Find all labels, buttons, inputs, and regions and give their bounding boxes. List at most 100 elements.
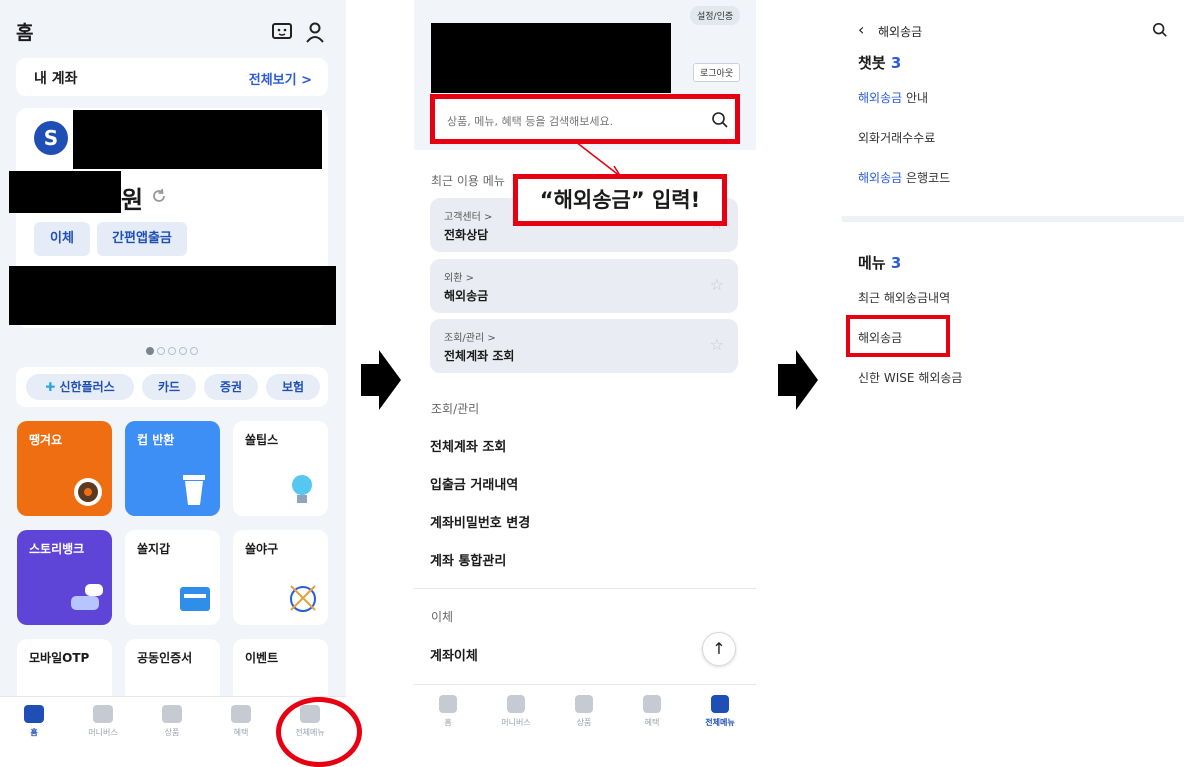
tile-story-bank[interactable]: 스토리뱅크 — [17, 530, 112, 625]
redacted-balance — [9, 171, 121, 213]
tile-sol-baseball[interactable]: 쏠야구 — [233, 530, 328, 625]
chatbot-group-title: 챗봇 3 — [858, 52, 901, 73]
lightbulb-icon — [292, 475, 312, 503]
section-label-inquiry: 조회/관리 — [431, 402, 480, 416]
moneyverse-icon — [93, 705, 113, 723]
chatbot-result[interactable]: 해외송금 은행코드 — [858, 169, 950, 186]
view-all-link[interactable]: 전체보기 > — [249, 69, 312, 88]
svg-text:S: S — [44, 126, 58, 150]
group-label: 챗봇 — [858, 54, 886, 72]
carousel-dot — [168, 347, 176, 355]
step-arrow-icon — [778, 350, 818, 410]
tab-label: 머니버스 — [501, 718, 531, 727]
chat-icon[interactable] — [270, 20, 294, 44]
menu-item[interactable]: 입출금 거래내역 — [430, 474, 518, 493]
tab-moneyverse[interactable]: 머니버스 — [486, 695, 546, 728]
tab-label: 혜택 — [644, 718, 660, 727]
recent-category: 외환 > — [444, 273, 474, 284]
wallet-icon — [180, 587, 210, 611]
home-icon — [439, 695, 457, 713]
menu-item[interactable]: 계좌이체 — [430, 645, 478, 664]
search-icon[interactable] — [1152, 22, 1168, 38]
tab-home[interactable]: 홈 — [4, 705, 64, 738]
menu-result[interactable]: 최근 해외송금내역 — [858, 289, 950, 306]
carousel-dot — [146, 347, 154, 355]
gift-icon — [643, 695, 661, 713]
tab-benefits[interactable]: 혜택 — [211, 705, 271, 738]
chip-card[interactable]: 카드 — [142, 374, 196, 400]
easy-withdraw-button[interactable]: 간편앱출금 — [97, 222, 187, 256]
recent-title: 전화상담 — [444, 228, 489, 242]
menu-item[interactable]: 전체계좌 조회 — [430, 436, 506, 455]
tab-all-menu[interactable]: 전체메뉴 — [690, 695, 750, 728]
search-query[interactable]: 해외송금 — [878, 23, 922, 40]
plus-icon: ✚ — [45, 380, 56, 394]
moneyverse-icon — [507, 695, 525, 713]
my-account-label: 내 계좌 — [34, 71, 78, 87]
menu-result[interactable]: 신한 WISE 해외송금 — [858, 369, 962, 386]
recent-menu-label: 최근 이용 메뉴 — [431, 174, 505, 188]
tile-sol-tips[interactable]: 쏠팁스 — [233, 421, 328, 516]
tile-label: 공동인증서 — [137, 651, 193, 665]
recent-title: 전체계좌 조회 — [444, 349, 515, 363]
recent-category: 조회/관리 > — [444, 333, 496, 344]
tab-label: 상품 — [164, 728, 180, 737]
tile-label: 땡겨요 — [29, 433, 63, 447]
tile-label: 쏠팁스 — [245, 433, 279, 447]
menu-item[interactable]: 계좌비밀번호 변경 — [430, 512, 530, 531]
home-screen: 홈 내 계좌 전체보기 > S 원 이체 간편앱출금 ✚ 신한플러스 카드 증권… — [0, 0, 346, 761]
chip-insurance[interactable]: 보험 — [266, 374, 320, 400]
step-arrow-icon — [361, 350, 401, 410]
tab-moneyverse[interactable]: 머니버스 — [73, 705, 133, 738]
carousel-indicator — [146, 340, 201, 359]
settings-auth-tag[interactable]: 설정/인증 — [690, 6, 741, 25]
tile-label: 스토리뱅크 — [29, 542, 85, 556]
tab-label: 전체메뉴 — [705, 718, 735, 727]
back-icon[interactable]: ‹ — [858, 20, 864, 39]
chat-bubbles-icon — [71, 584, 103, 610]
star-icon[interactable]: ☆ — [710, 275, 724, 294]
grid-icon — [711, 695, 729, 713]
my-account-header: 내 계좌 전체보기 > — [16, 58, 328, 96]
group-count: 3 — [890, 54, 902, 72]
instruction-callout: “해외송금” 입력! — [513, 174, 727, 226]
chatbot-result[interactable]: 외화거래수수료 — [858, 129, 935, 146]
tab-label: 홈 — [30, 728, 38, 737]
carousel-dot — [179, 347, 187, 355]
scroll-top-button[interactable]: ↑ — [702, 632, 736, 666]
bag-icon — [162, 705, 182, 723]
refresh-icon[interactable] — [150, 187, 168, 205]
result-text: 은행코드 — [902, 171, 951, 185]
tab-products[interactable]: 상품 — [554, 695, 614, 728]
tab-home[interactable]: 홈 — [418, 695, 478, 728]
menu-item[interactable]: 계좌 통합관리 — [430, 550, 506, 569]
tile-cup-return[interactable]: 컵 반환 — [125, 421, 220, 516]
redacted-user-name — [431, 23, 671, 93]
tab-label: 홈 — [444, 718, 452, 727]
result-text: 안내 — [902, 91, 929, 105]
menu-search-input[interactable] — [445, 109, 689, 133]
chatbot-result[interactable]: 해외송금 안내 — [858, 89, 928, 106]
carousel-dot — [157, 347, 165, 355]
tile-label: 이벤트 — [245, 651, 279, 665]
tab-label: 머니버스 — [88, 728, 118, 737]
search-icon[interactable] — [711, 111, 729, 129]
tile-ddanggyeoyo[interactable]: 땡겨요 — [17, 421, 112, 516]
carousel-dot — [190, 347, 198, 355]
menu-group-title: 메뉴 3 — [858, 252, 901, 273]
recent-item[interactable]: 조회/관리 > 전체계좌 조회 ☆ — [430, 319, 738, 373]
recent-item[interactable]: 외환 > 해외송금 ☆ — [430, 259, 738, 313]
star-icon[interactable]: ☆ — [710, 335, 724, 354]
group-count: 3 — [890, 254, 902, 272]
tab-products[interactable]: 상품 — [142, 705, 202, 738]
arrow-up-icon: ↑ — [712, 639, 726, 658]
all-menu-screen: 설정/인증 로그아웃 최근 이용 메뉴 고객센터 > 전화상담 ☆ 외환 > 해… — [414, 0, 756, 761]
tab-benefits[interactable]: 혜택 — [622, 695, 682, 728]
tile-sol-wallet[interactable]: 쏠지갑 — [125, 530, 220, 625]
chip-shinhan-plus[interactable]: ✚ 신한플러스 — [26, 374, 134, 400]
transfer-button[interactable]: 이체 — [34, 222, 90, 256]
bottom-tab-bar: 홈 머니버스 상품 혜택 전체메뉴 — [414, 684, 756, 761]
profile-icon[interactable] — [303, 20, 327, 44]
logout-button[interactable]: 로그아웃 — [693, 63, 741, 82]
chip-securities[interactable]: 증권 — [204, 374, 258, 400]
